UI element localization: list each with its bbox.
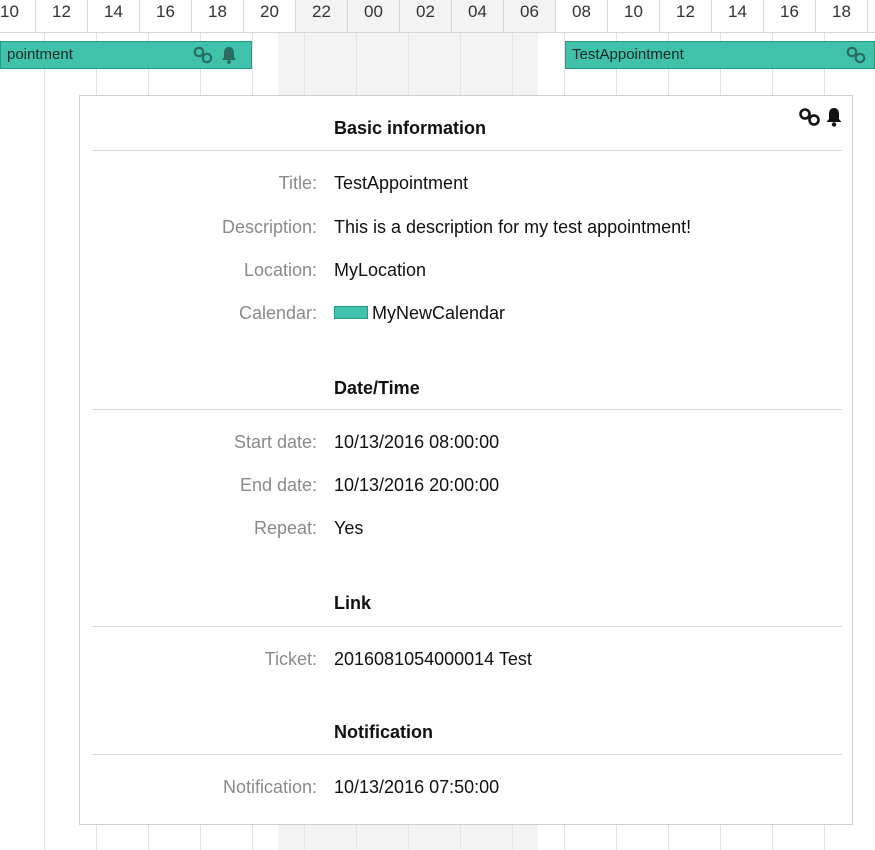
hour-label: 16 bbox=[140, 0, 192, 32]
field-value: Yes bbox=[334, 518, 364, 538]
field-label: Notification: bbox=[222, 777, 317, 797]
bell-icon bbox=[826, 108, 842, 127]
row-title: Title: TestAppointment bbox=[80, 173, 854, 199]
field-label: Calendar: bbox=[238, 303, 317, 323]
appointment-title: TestAppointment bbox=[572, 46, 684, 63]
section-divider bbox=[92, 409, 842, 410]
row-notification: Notification: 10/13/2016 07:50:00 bbox=[80, 777, 854, 803]
field-label: Repeat: bbox=[253, 518, 317, 538]
row-ticket: Ticket: 2016081054000014 Test bbox=[80, 649, 854, 675]
field-label: Location: bbox=[243, 260, 317, 280]
row-description: Description: This is a description for m… bbox=[80, 217, 854, 243]
hour-label: 12 bbox=[660, 0, 712, 32]
link-icon bbox=[846, 46, 866, 64]
section-heading-datetime: Date/Time bbox=[334, 378, 420, 398]
section-heading-link: Link bbox=[334, 593, 372, 613]
row-start-date: Start date: 10/13/2016 08:00:00 bbox=[80, 432, 854, 458]
appointment-icons bbox=[193, 45, 239, 68]
appointment-bar[interactable]: TestAppointment bbox=[565, 41, 875, 69]
field-label: Description: bbox=[221, 217, 317, 237]
field-value: 10/13/2016 07:50:00 bbox=[334, 777, 500, 797]
hour-label: 18 bbox=[192, 0, 244, 32]
row-calendar: Calendar: MyNewCalendar bbox=[80, 303, 854, 329]
calendar-color-swatch bbox=[334, 305, 368, 319]
field-label: Start date: bbox=[233, 432, 317, 452]
link-icon bbox=[799, 108, 820, 126]
field-value: 2016081054000014 Test bbox=[334, 649, 532, 669]
field-label: Ticket: bbox=[264, 649, 317, 669]
timeline-header: 10 12 14 16 18 20 22 00 02 04 06 08 10 1… bbox=[0, 0, 875, 33]
field-value: MyNewCalendar bbox=[334, 303, 505, 324]
hour-label: 16 bbox=[764, 0, 816, 32]
row-repeat: Repeat: Yes bbox=[80, 518, 854, 544]
section-heading-notification: Notification bbox=[334, 722, 433, 742]
appointment-icons bbox=[846, 45, 868, 68]
field-value: 10/13/2016 08:00:00 bbox=[334, 432, 500, 452]
hour-label: 02 bbox=[400, 0, 452, 32]
hour-label: 12 bbox=[36, 0, 88, 32]
hour-label: 08 bbox=[556, 0, 608, 32]
hour-label: 04 bbox=[452, 0, 504, 32]
field-value: MyLocation bbox=[334, 260, 427, 280]
hour-label: 22 bbox=[296, 0, 348, 32]
section-heading-basic: Basic information bbox=[334, 118, 487, 138]
hour-label: 20 bbox=[244, 0, 296, 32]
hour-label: 00 bbox=[348, 0, 400, 32]
section-divider bbox=[92, 754, 842, 755]
row-location: Location: MyLocation bbox=[80, 260, 854, 286]
hour-label: 10 bbox=[0, 0, 36, 32]
grid-line bbox=[44, 33, 45, 850]
hour-label: 10 bbox=[608, 0, 660, 32]
field-label: End date: bbox=[239, 475, 317, 495]
appointment-tooltip: Basic information Title: TestAppointment… bbox=[79, 95, 853, 825]
field-value: 10/13/2016 20:00:00 bbox=[334, 475, 500, 495]
link-icon bbox=[193, 46, 213, 64]
hour-label: 06 bbox=[504, 0, 556, 32]
hour-label: 14 bbox=[712, 0, 764, 32]
field-label: Title: bbox=[278, 173, 317, 193]
section-divider bbox=[92, 626, 842, 627]
row-end-date: End date: 10/13/2016 20:00:00 bbox=[80, 475, 854, 501]
field-value: This is a description for my test appoin… bbox=[334, 217, 692, 237]
tooltip-icons bbox=[798, 106, 844, 128]
hour-label: 14 bbox=[88, 0, 140, 32]
hour-label: 18 bbox=[816, 0, 868, 32]
appointment-bar[interactable]: pointment bbox=[0, 41, 252, 69]
appointment-title: pointment bbox=[7, 46, 73, 63]
bell-icon bbox=[222, 47, 237, 64]
field-value: TestAppointment bbox=[334, 173, 469, 193]
section-divider bbox=[92, 150, 842, 151]
calendar-name: MyNewCalendar bbox=[372, 303, 506, 323]
